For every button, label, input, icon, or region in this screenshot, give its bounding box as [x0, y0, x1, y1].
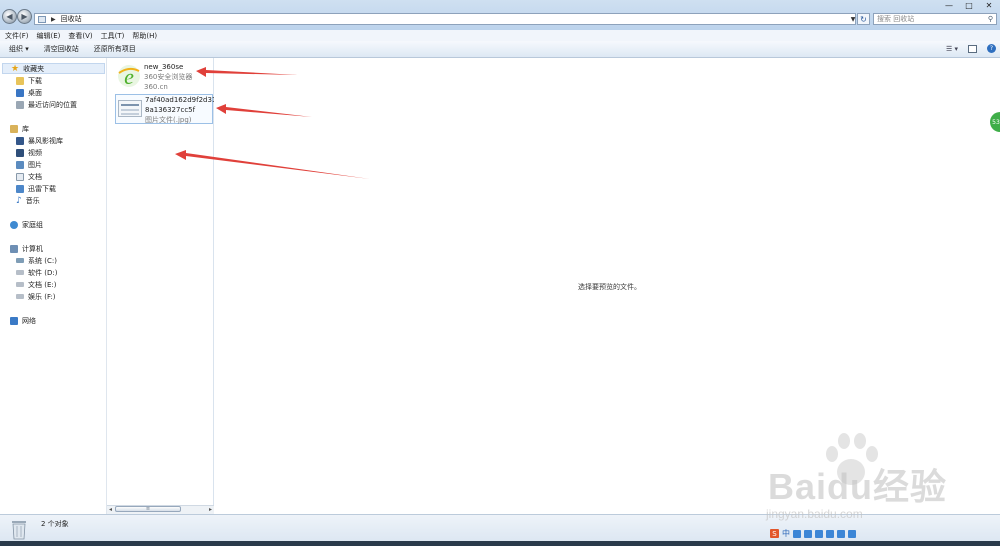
keyboard-icon[interactable]: [815, 529, 823, 538]
baidu-watermark: Baidu经验 jingyan.baidu.com: [728, 430, 996, 530]
taskbar: [0, 541, 1000, 546]
watermark-url: jingyan.baidu.com: [766, 507, 863, 521]
tools-icon[interactable]: [848, 529, 856, 538]
ime-mode[interactable]: 中: [782, 528, 790, 539]
voice-icon[interactable]: [826, 529, 834, 538]
recycle-bin-icon: [12, 521, 26, 540]
red-arrow: [216, 104, 312, 117]
red-arrow: [175, 150, 370, 179]
watermark-brand: Baidu经验: [768, 466, 948, 507]
moon-icon[interactable]: [793, 529, 801, 538]
sogou-icon[interactable]: S: [770, 529, 779, 538]
red-arrow: [196, 67, 298, 77]
punctuation-icon[interactable]: [804, 529, 812, 538]
ime-toolbar: S 中: [770, 528, 856, 539]
item-count: 2 个对象: [41, 520, 69, 528]
skin-icon[interactable]: [837, 529, 845, 538]
